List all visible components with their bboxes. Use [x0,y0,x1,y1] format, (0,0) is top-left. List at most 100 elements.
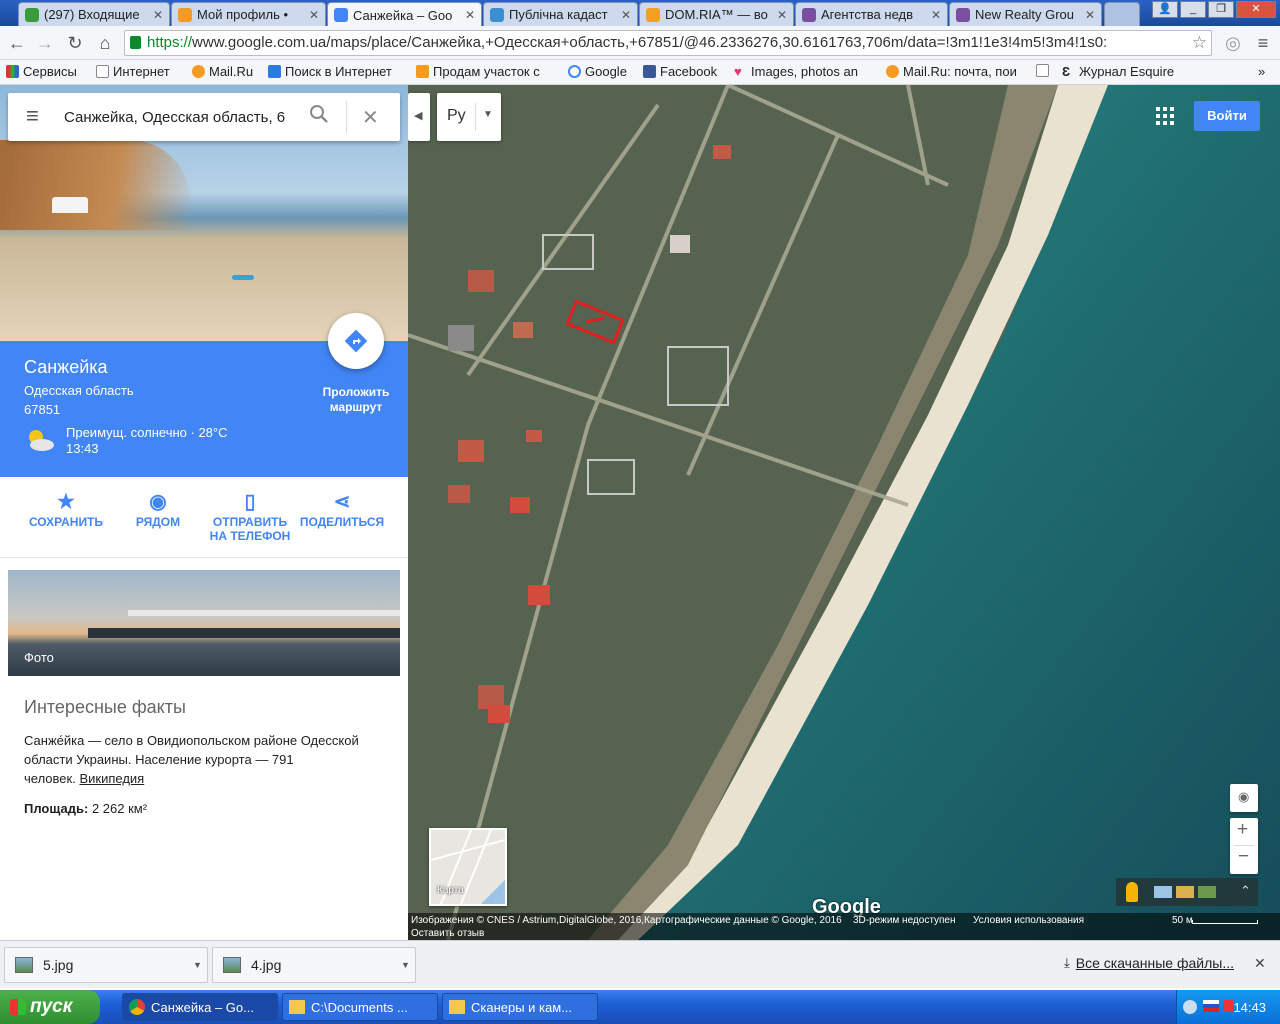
browser-tabbar: (297) Входящие ✕ Мой профиль • ✕ Санжейка … [0,0,1280,27]
folder-icon [449,1000,465,1014]
cliff-shape [0,140,190,230]
zoom-in-button[interactable]: + [1237,819,1248,841]
collapse-panel-button[interactable]: ◀ [408,93,430,141]
send-to-phone-button[interactable]: ▯ ОТПРАВИТЬ НА ТЕЛЕФОН [205,489,295,543]
bookmark-internet[interactable]: Интернет [96,64,170,79]
search-engine-icon [268,65,281,78]
home-icon[interactable]: ⌂ [94,32,116,54]
imagery-thumb-1[interactable] [1154,886,1172,898]
terms-link[interactable]: Условия использования [973,915,1084,926]
bookmark-blank[interactable] [1036,64,1053,77]
tray-app-icon[interactable] [1223,1000,1233,1012]
pier-deck [88,628,400,638]
photo-label: Фото [24,650,54,665]
map-layer-switch[interactable]: Карта [429,828,507,906]
tab-maps[interactable]: Санжейка – Goo ✕ [327,2,482,27]
forward-arrow-icon[interactable]: → [34,32,56,54]
back-arrow-icon[interactable]: ← [6,32,28,54]
bookmark-google[interactable]: Google [568,64,627,79]
language-select[interactable]: Ру ▼ [437,93,501,141]
close-icon[interactable]: ✕ [362,105,379,130]
hamburger-menu-icon[interactable]: ≡ [26,105,46,127]
directions-button[interactable] [328,313,384,369]
tab-agencies[interactable]: Агентства недв ✕ [795,2,948,26]
tab-cadastre[interactable]: Публічна кадаст ✕ [483,2,638,26]
bookmark-mailru[interactable]: Mail.Ru [192,64,253,79]
pegman-icon[interactable] [1126,882,1138,902]
place-title: Санжейка [24,357,108,377]
close-window-button[interactable]: ✕ [1236,1,1276,18]
tab-close-icon[interactable]: ✕ [777,8,787,22]
bookmark-facebook[interactable]: Facebook [643,64,717,79]
image-file-icon [15,957,33,973]
expand-up-icon[interactable]: ⌃ [1240,883,1251,899]
close-downloads-icon[interactable]: ✕ [1254,955,1266,972]
download-item[interactable]: 5.jpg ▼ [4,947,208,983]
google-icon [568,65,581,78]
reload-icon[interactable]: ↻ [64,32,86,54]
download-icon: ⤓ [1064,955,1070,970]
download-item[interactable]: 4.jpg ▼ [212,947,416,983]
menu-icon[interactable]: ≡ [1252,32,1274,54]
tab-close-icon[interactable]: ✕ [1085,8,1095,22]
tab-profile[interactable]: Мой профиль • ✕ [171,2,326,26]
bookmark-search[interactable]: Поиск в Интернет [268,64,392,79]
tab-domria[interactable]: DOM.RIA™ — во ✕ [639,2,794,26]
zoom-out-button[interactable]: − [1238,846,1249,868]
search-icon[interactable] [308,103,332,131]
wikipedia-link[interactable]: Википедия [79,771,144,786]
tab-close-icon[interactable]: ✕ [621,8,631,22]
phone-send-icon: ▯ [244,491,256,513]
tab-newrealty[interactable]: New Realty Grou ✕ [949,2,1102,26]
olx-favicon-icon [178,7,192,22]
mailru-icon [886,65,899,78]
share-button[interactable]: ⋖ ПОДЕЛИТЬСЯ [297,489,387,529]
chevron-down-icon[interactable]: ▼ [401,960,415,970]
mailru-icon [192,65,205,78]
bookmarks-overflow-icon[interactable]: » [1258,64,1265,79]
imagery-thumb-3[interactable] [1198,886,1216,898]
my-location-button[interactable]: ◉ [1230,784,1258,812]
tab-close-icon[interactable]: ✕ [931,8,941,22]
chevron-down-icon[interactable]: ▼ [193,960,207,970]
star-bookmark-icon[interactable]: ☆ [1192,31,1207,55]
tab-mail[interactable]: (297) Входящие ✕ [18,2,170,26]
minimize-button[interactable]: _ [1180,1,1206,18]
esquire-logo-icon: Ɛ [1062,64,1071,79]
user-icon[interactable]: 👤 [1152,1,1178,18]
imagery-thumb-2[interactable] [1176,886,1194,898]
place-postal: 67851 [24,402,61,417]
maps-favicon-icon [334,8,348,22]
tab-close-icon[interactable]: ✕ [309,8,319,22]
nearby-button[interactable]: ◉ РЯДОМ [113,489,203,529]
language-flag-icon[interactable] [1203,1000,1219,1012]
search-input[interactable] [64,105,300,129]
apps-grid-icon[interactable] [1156,107,1174,125]
crosshair-icon: ◉ [1238,789,1250,804]
address-bar[interactable]: https://www.google.com.ua/maps/place/Сан… [124,30,1212,56]
new-tab-button[interactable] [1104,2,1140,26]
bookmark-services[interactable]: Сервисы [6,64,77,79]
bookmark-esquire[interactable]: Ɛ Журнал Esquire [1062,64,1174,79]
tray-arrow-icon[interactable] [1183,1000,1197,1014]
route-label[interactable]: Проложить маршрут [314,385,398,415]
taskbar-item-chrome[interactable]: Санжейка – Go... [122,993,278,1021]
taskbar-item-scanners[interactable]: Сканеры и кам... [442,993,598,1021]
tab-close-icon[interactable]: ✕ [465,8,475,22]
start-button[interactable]: пуск [0,990,100,1024]
taskbar-item-explorer[interactable]: C:\Documents ... [282,993,438,1021]
downloads-bar: 5.jpg ▼ 4.jpg ▼ ⤓ Все скачанные файлы...… [0,940,1280,988]
save-button[interactable]: ★ СОХРАНИТЬ [21,489,111,529]
satellite-map[interactable]: ◀ Ру ▼ Войти Карта ◉ + − ⌃ Google [408,85,1280,940]
extension-icon[interactable]: ◎ [1222,32,1244,54]
bookmark-images[interactable]: ♥ Images, photos an [734,64,858,79]
all-downloads-link[interactable]: ⤓ Все скачанные файлы... [1064,955,1234,971]
bookmark-sell-plot[interactable]: Продам участок с [416,64,540,79]
feedback-link[interactable]: Оставить отзыв [411,928,484,939]
login-button[interactable]: Войти [1194,101,1260,131]
restore-button[interactable]: ❐ [1208,1,1234,18]
heart-icon: ♥ [734,64,742,79]
photos-thumbnail[interactable]: Фото [8,570,400,676]
tab-close-icon[interactable]: ✕ [153,8,163,22]
bookmark-mailru-mail[interactable]: Mail.Ru: почта, пои [886,64,1017,79]
